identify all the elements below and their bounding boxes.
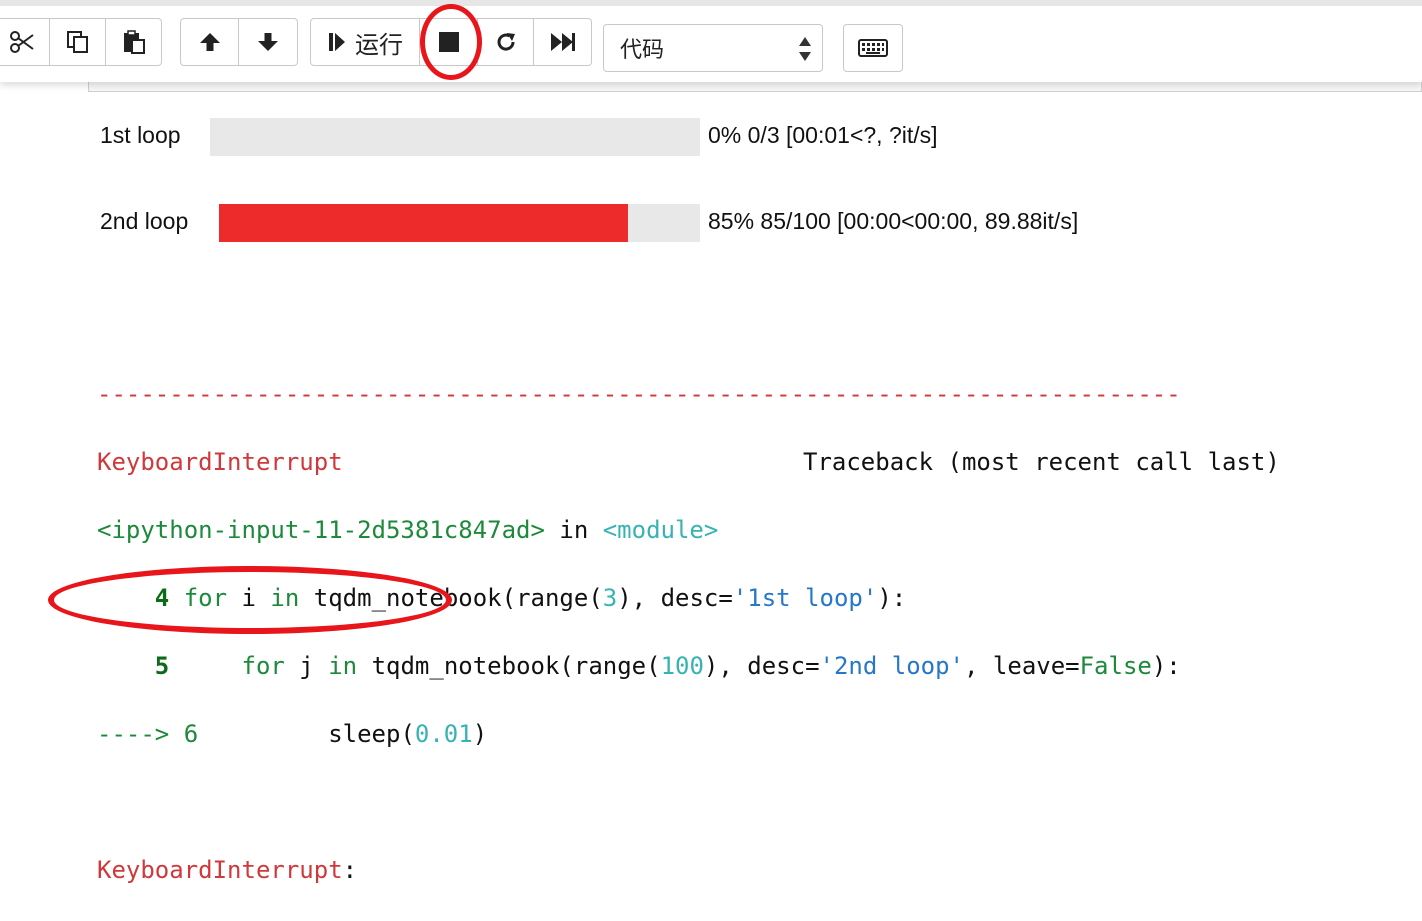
progress-bar: [210, 118, 700, 156]
in-word: in: [544, 516, 603, 544]
line-number: 5: [154, 652, 170, 680]
fast-forward-icon: [550, 33, 575, 51]
final-error-name: KeyboardInterrupt: [97, 856, 343, 884]
restart-icon: [497, 33, 515, 51]
arrow-down-icon: [258, 33, 278, 51]
select-arrows-icon: [799, 37, 811, 61]
module-name: <module>: [602, 516, 719, 544]
progress-label: 2nd loop: [100, 208, 189, 234]
notebook-toolbar: 运行 代码: [0, 0, 1422, 82]
traceback-location: <ipython-input-11-2d5381c847ad> in <modu…: [97, 513, 1181, 547]
current-line-arrow: ----> 6: [97, 720, 199, 748]
code-line-5: 5 for j in tqdm_notebook(range(100), des…: [154, 652, 1181, 680]
traceback-title: Traceback (most recent call last): [803, 448, 1280, 476]
edit-button-group: [0, 18, 162, 68]
progress-bar: [219, 204, 700, 242]
move-up-button[interactable]: [180, 18, 239, 66]
progress-bar-fill: [219, 204, 628, 242]
cut-button[interactable]: [0, 18, 50, 66]
move-down-button[interactable]: [239, 18, 298, 66]
restart-kernel-button[interactable]: [478, 18, 534, 66]
error-name: KeyboardInterrupt: [97, 448, 343, 476]
traceback-header: KeyboardInterrupt Traceback (most recent …: [97, 445, 1280, 479]
command-palette-button[interactable]: [843, 24, 903, 72]
cell-type-select[interactable]: 代码: [603, 24, 823, 72]
copy-icon: [66, 31, 88, 53]
keyboard-interrupt-highlight-ring: [48, 566, 452, 634]
cell-type-value: 代码: [620, 37, 665, 62]
traceback-separator: ----------------------------------------…: [97, 380, 1181, 408]
restart-run-all-button[interactable]: [534, 18, 592, 66]
run-button[interactable]: 运行: [310, 18, 420, 66]
step-forward-icon: [329, 33, 345, 51]
progress-status: 85% 85/100 [00:00<00:00, 89.88it/s]: [708, 208, 1079, 234]
stop-button-highlight-ring: [420, 4, 482, 80]
paste-button[interactable]: [106, 18, 162, 66]
run-label: 运行: [355, 31, 403, 59]
input-reference: <ipython-input-11-2d5381c847ad>: [97, 516, 545, 544]
copy-button[interactable]: [50, 18, 106, 66]
paste-icon: [123, 30, 145, 54]
arrow-up-icon: [199, 33, 220, 51]
keyboard-icon: [858, 39, 888, 57]
final-error-colon: :: [342, 856, 358, 884]
scissors-icon: [10, 31, 34, 53]
progress-status: 0% 0/3 [00:01<?, ?it/s]: [708, 122, 938, 148]
code-line-6: ----> 6 sleep(0.01): [97, 720, 488, 748]
move-button-group: [180, 18, 298, 68]
final-error-line: KeyboardInterrupt:: [97, 853, 1181, 887]
progress-label: 1st loop: [100, 122, 181, 148]
